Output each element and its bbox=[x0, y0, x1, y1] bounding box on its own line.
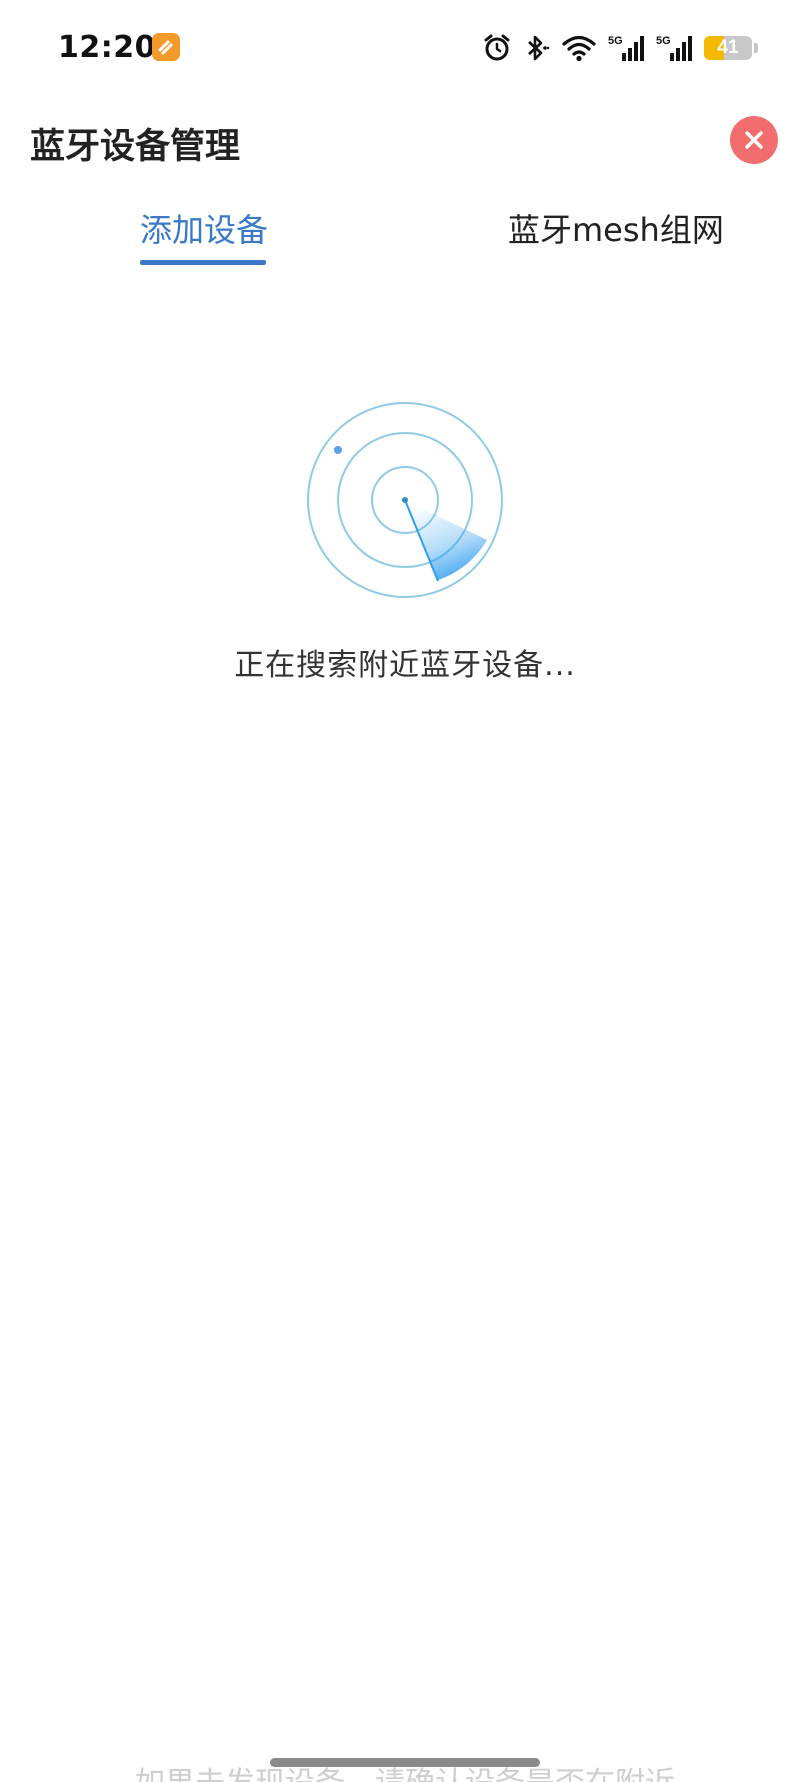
battery-level: 41 bbox=[717, 37, 739, 58]
battery-cap bbox=[754, 43, 758, 53]
bluetooth-device-manager-screen: 12:20 5G 5G 41 蓝牙设备管理 添加设备 蓝牙mesh组网 正在搜索… bbox=[0, 0, 810, 1782]
status-bar: 12:20 5G 5G 41 bbox=[0, 0, 810, 96]
signal-icon: 5G bbox=[656, 33, 692, 63]
bluetooth-icon bbox=[524, 33, 550, 63]
network-type-label: 5G bbox=[608, 35, 623, 47]
status-time: 12:20 bbox=[58, 30, 156, 65]
app-badge-icon bbox=[152, 33, 180, 61]
battery-icon: 41 bbox=[704, 36, 752, 60]
radar-device-blip bbox=[334, 446, 342, 454]
close-button[interactable] bbox=[730, 116, 778, 164]
tab-add-device[interactable]: 添加设备 bbox=[140, 205, 268, 251]
network-type-label: 5G bbox=[656, 35, 671, 47]
wifi-icon bbox=[562, 34, 596, 62]
home-indicator[interactable] bbox=[270, 1758, 540, 1767]
active-tab-indicator bbox=[140, 260, 266, 265]
radar-scan-animation bbox=[307, 402, 503, 598]
signal-icon: 5G bbox=[608, 33, 644, 63]
tab-bluetooth-mesh[interactable]: 蓝牙mesh组网 bbox=[508, 205, 724, 251]
page-title: 蓝牙设备管理 bbox=[30, 127, 241, 167]
status-icons: 5G 5G 41 bbox=[482, 30, 758, 66]
radar-center-dot bbox=[402, 497, 408, 503]
searching-status-text: 正在搜索附近蓝牙设备... bbox=[234, 648, 576, 683]
alarm-icon bbox=[482, 33, 512, 63]
close-icon bbox=[745, 131, 763, 149]
